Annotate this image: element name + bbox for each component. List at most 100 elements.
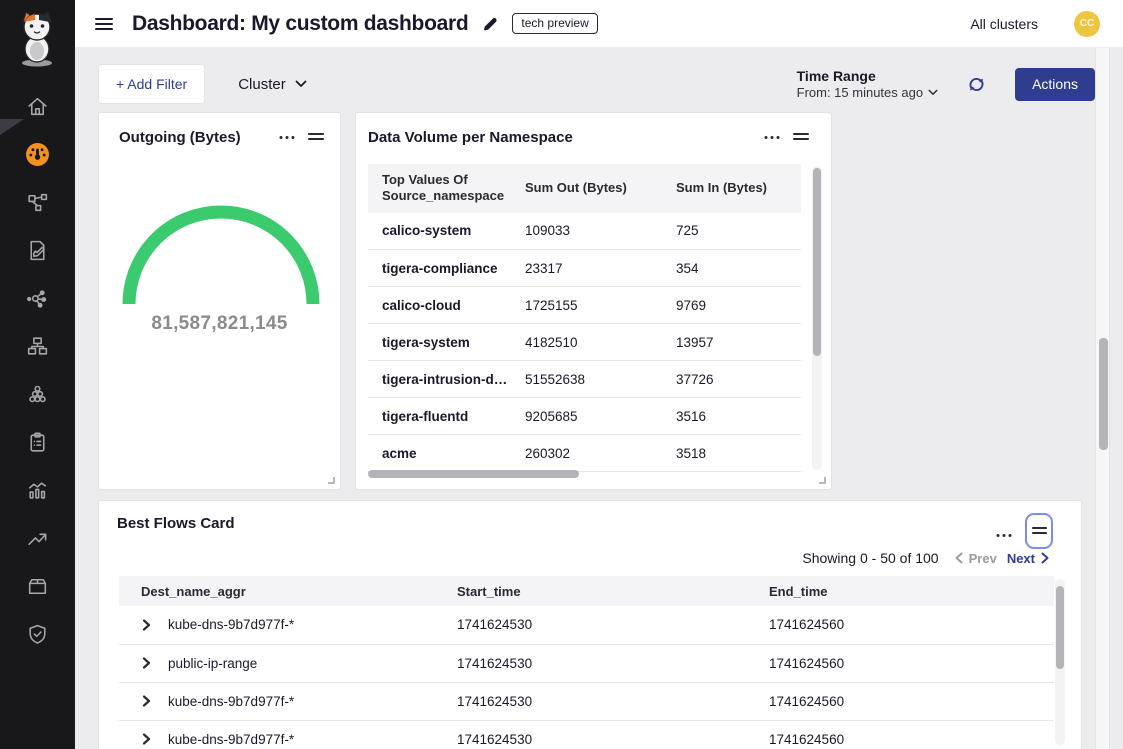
- topbar: Dashboard: My custom dashboard tech prev…: [75, 0, 1123, 48]
- page-vertical-scrollbar[interactable]: [1095, 48, 1110, 749]
- card-drag-handle-icon[interactable]: [308, 133, 324, 142]
- start-time-value: 1741624530: [435, 644, 747, 682]
- sum-in-value: 354: [662, 250, 801, 287]
- app-window: Dashboard: My custom dashboard tech prev…: [0, 0, 1123, 749]
- sidebar-item-service-graph[interactable]: [0, 274, 75, 322]
- gauge-chart: [116, 201, 326, 309]
- table-header-row: Top Values Of Source_namespace Sum Out (…: [368, 164, 801, 213]
- sum-in-value: 9769: [662, 287, 801, 324]
- namespace-link[interactable]: calico-system: [368, 213, 511, 250]
- table-vertical-scrollbar[interactable]: [1055, 579, 1065, 745]
- user-avatar[interactable]: CC: [1074, 11, 1100, 37]
- chevron-right-icon: [1041, 552, 1049, 564]
- refresh-icon[interactable]: [966, 74, 987, 95]
- cluster-filter-label: Cluster: [238, 76, 286, 93]
- sum-in-value: 3516: [662, 398, 801, 435]
- calico-cat-logo[interactable]: [14, 10, 60, 68]
- sum-out-value: 1725155: [511, 287, 662, 324]
- namespace-link[interactable]: acme: [368, 435, 511, 472]
- policy-document-icon: [25, 238, 50, 263]
- card-menu-dots-icon[interactable]: [279, 135, 295, 140]
- flow-table-row: public-ip-range 1741624530 1741624560: [119, 644, 1054, 682]
- page-title: Dashboard: My custom dashboard: [132, 12, 468, 36]
- trend-arrow-icon: [25, 526, 50, 551]
- namespace-table-row: tigera-compliance 23317 354: [368, 250, 801, 287]
- time-range-value: From: 15 minutes ago: [797, 85, 923, 100]
- dashboard-content: + Add Filter Cluster Time Range From: 15…: [75, 48, 1123, 749]
- dest-name-value: public-ip-range: [168, 656, 257, 671]
- namespace-table-row: tigera-system 4182510 13957: [368, 324, 801, 361]
- pagination-prev-button[interactable]: Prev: [955, 551, 997, 566]
- column-header-sum-out[interactable]: Sum Out (Bytes): [511, 164, 662, 213]
- outgoing-bytes-card: Outgoing (Bytes) 81,587,821,145: [98, 112, 341, 490]
- edit-pencil-icon[interactable]: [481, 15, 499, 33]
- namespace-link[interactable]: tigera-compliance: [368, 250, 511, 287]
- bar-chart-icon: [25, 478, 50, 503]
- sidebar-item-dashboard[interactable]: [0, 130, 75, 178]
- column-header-dest-name-aggr[interactable]: Dest_name_aggr: [119, 576, 435, 606]
- namespace-link[interactable]: tigera-intrusion-d…: [368, 361, 511, 398]
- column-header-source-namespace[interactable]: Top Values Of Source_namespace: [368, 164, 511, 213]
- cluster-scope-selector[interactable]: All clusters: [970, 16, 1038, 32]
- sidebar-item-sitemap[interactable]: [0, 322, 75, 370]
- sidebar-item-reports[interactable]: [0, 418, 75, 466]
- sidebar-item-network-topology[interactable]: [0, 178, 75, 226]
- sum-out-value: 51552638: [511, 361, 662, 398]
- sidebar: [0, 0, 75, 749]
- filter-bar: + Add Filter Cluster Time Range From: 15…: [98, 62, 1095, 106]
- pagination: Showing 0 - 50 of 100 Prev Next: [802, 550, 1049, 566]
- actions-button[interactable]: Actions: [1015, 68, 1095, 101]
- namespace-link[interactable]: tigera-fluentd: [368, 398, 511, 435]
- card-menu-dots-icon[interactable]: [764, 135, 780, 140]
- sidebar-nav: [0, 82, 75, 658]
- namespace-link[interactable]: tigera-system: [368, 324, 511, 361]
- card-resize-handle[interactable]: [819, 477, 826, 484]
- card-drag-handle-icon[interactable]: [793, 133, 809, 142]
- sum-in-value: 37726: [662, 361, 801, 398]
- sidebar-item-statistics[interactable]: [0, 466, 75, 514]
- sidebar-item-security[interactable]: [0, 610, 75, 658]
- best-flows-table: Dest_name_aggr Start_time End_time: [119, 576, 1054, 749]
- network-topology-icon: [25, 190, 50, 215]
- column-header-end-time[interactable]: End_time: [747, 576, 1054, 606]
- sidebar-item-inventory[interactable]: [0, 562, 75, 610]
- namespace-link[interactable]: calico-cloud: [368, 287, 511, 324]
- expand-row-chevron-icon[interactable]: [141, 618, 152, 632]
- table-horizontal-scrollbar[interactable]: [368, 470, 801, 478]
- home-icon: [25, 94, 50, 119]
- chevron-left-icon: [955, 552, 963, 564]
- add-filter-button[interactable]: + Add Filter: [98, 64, 205, 104]
- sidebar-item-clusters[interactable]: [0, 370, 75, 418]
- column-header-start-time[interactable]: Start_time: [435, 576, 747, 606]
- sidebar-item-policies[interactable]: [0, 226, 75, 274]
- namespace-table: Top Values Of Source_namespace Sum Out (…: [368, 164, 801, 472]
- next-label: Next: [1007, 551, 1035, 566]
- cluster-filter-dropdown[interactable]: Cluster: [238, 76, 307, 93]
- expand-row-chevron-icon[interactable]: [141, 694, 152, 708]
- menu-hamburger-icon[interactable]: [92, 12, 116, 36]
- sum-out-value: 4182510: [511, 324, 662, 361]
- sidebar-item-home[interactable]: [0, 82, 75, 130]
- pagination-next-button[interactable]: Next: [1007, 551, 1049, 566]
- expand-row-chevron-icon[interactable]: [141, 732, 152, 746]
- dashboard-gauge-icon: [25, 142, 50, 167]
- start-time-value: 1741624530: [435, 720, 747, 749]
- card-drag-handle-focused[interactable]: [1025, 513, 1053, 549]
- namespace-table-row: tigera-fluentd 9205685 3516: [368, 398, 801, 435]
- card-menu-dots-icon[interactable]: [996, 533, 1012, 538]
- sidebar-item-trends[interactable]: [0, 514, 75, 562]
- card-resize-handle[interactable]: [328, 477, 335, 484]
- expand-row-chevron-icon[interactable]: [141, 656, 152, 670]
- tech-preview-badge: tech preview: [512, 13, 597, 34]
- namespace-table-row: tigera-intrusion-d… 51552638 37726: [368, 361, 801, 398]
- data-volume-per-namespace-card: Data Volume per Namespace Top Values Of …: [355, 112, 832, 490]
- card-title: Outgoing (Bytes): [119, 129, 241, 146]
- table-vertical-scrollbar[interactable]: [812, 166, 822, 470]
- time-range-value-dropdown[interactable]: From: 15 minutes ago: [797, 85, 938, 100]
- start-time-value: 1741624530: [435, 682, 747, 720]
- sitemap-icon: [25, 334, 50, 359]
- column-header-sum-in[interactable]: Sum In (Bytes): [662, 164, 801, 213]
- drag-handle-icon: [1032, 527, 1047, 535]
- end-time-value: 1741624560: [747, 682, 1054, 720]
- service-graph-icon: [25, 286, 50, 311]
